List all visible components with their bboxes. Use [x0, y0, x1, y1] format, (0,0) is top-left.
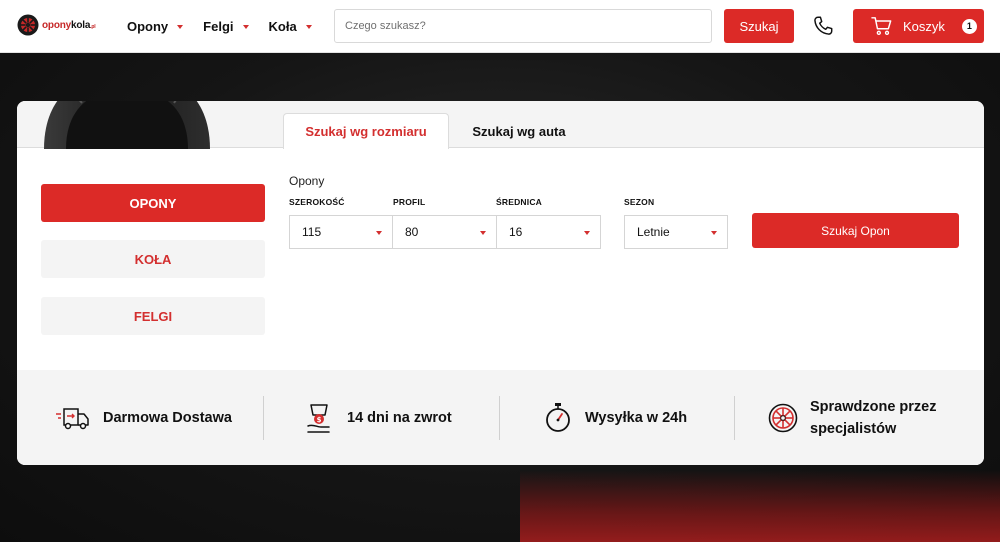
feature-verified-by-specialists: Sprawdzone przez specjalistów — [768, 370, 937, 465]
profile-select[interactable]: 80 — [392, 215, 497, 249]
feature-14-day-return: $ 14 dni na zwrot — [305, 370, 452, 465]
stopwatch-icon — [546, 402, 570, 432]
search-button[interactable]: Szukaj — [724, 9, 794, 43]
wheel-logo-icon — [17, 14, 39, 36]
caret-down-icon — [177, 25, 184, 29]
tire-image-icon — [44, 101, 210, 149]
main-nav: Opony Felgi Koła — [127, 0, 332, 53]
season-label: SEZON — [624, 197, 655, 207]
width-select[interactable]: 115 — [289, 215, 393, 249]
feature-divider — [734, 396, 735, 440]
search-tires-button[interactable]: Szukaj Opon — [752, 213, 959, 248]
width-label: SZEROKOŚĆ — [289, 197, 345, 207]
site-logo[interactable]: oponykola.pl — [17, 14, 96, 36]
season-value: Letnie — [637, 225, 670, 239]
feature-divider — [263, 396, 264, 440]
feature-text: 14 dni na zwrot — [347, 409, 452, 426]
svg-text:$: $ — [317, 416, 322, 424]
nav-item-felgi[interactable]: Felgi — [203, 19, 249, 34]
nav-item-label: Koła — [268, 19, 297, 34]
site-header: oponykola.pl Opony Felgi Koła Szukaj Kos… — [0, 0, 1000, 53]
logo-text: oponykola.pl — [42, 19, 96, 31]
features-bar: Darmowa Dostawa $ 14 dni na zwrot Wysyłk… — [17, 370, 984, 465]
nav-item-kola[interactable]: Koła — [269, 19, 312, 34]
cart-count-badge: 1 — [961, 18, 977, 34]
chevron-down-icon — [584, 231, 590, 235]
cart-icon — [871, 17, 892, 35]
nav-item-opony[interactable]: Opony — [127, 19, 184, 34]
feature-text: Sprawdzone przez specjalistów — [810, 396, 937, 440]
feature-divider — [499, 396, 500, 440]
logo-accent: kola — [71, 19, 91, 31]
category-button-kola[interactable]: KOŁA — [41, 240, 265, 278]
caret-down-icon — [305, 25, 312, 29]
profile-label: PROFIL — [393, 197, 426, 207]
cart-button[interactable]: Koszyk 1 — [853, 9, 984, 43]
chevron-down-icon — [376, 231, 382, 235]
tab-search-by-size[interactable]: Szukaj wg rozmiaru — [283, 113, 449, 149]
logo-suffix: .pl — [90, 23, 96, 30]
logo-main: opony — [42, 19, 71, 31]
caret-down-icon — [242, 25, 249, 29]
feature-text: Wysyłka w 24h — [585, 409, 688, 426]
profile-value: 80 — [405, 225, 419, 239]
feature-text-line2: specjalistów — [810, 420, 897, 437]
chevron-down-icon — [711, 231, 717, 235]
category-button-felgi[interactable]: FELGI — [41, 297, 265, 335]
tab-search-by-car[interactable]: Szukaj wg auta — [457, 113, 581, 149]
category-button-opony[interactable]: OPONY — [41, 184, 265, 222]
season-select[interactable]: Letnie — [624, 215, 728, 249]
diameter-select[interactable]: 16 — [496, 215, 601, 249]
form-heading: Opony — [289, 174, 325, 188]
feature-text-line1: Sprawdzone przez — [810, 398, 937, 415]
search-tabs: Szukaj wg rozmiaru Szukaj wg auta — [17, 101, 984, 149]
search-input[interactable] — [334, 9, 712, 43]
money-return-icon: $ — [307, 403, 330, 433]
wheel-rim-icon — [768, 403, 798, 432]
chevron-down-icon — [480, 231, 486, 235]
nav-item-label: Felgi — [203, 19, 234, 34]
width-value: 115 — [302, 225, 322, 239]
nav-item-label: Opony — [127, 19, 169, 34]
feature-free-delivery: Darmowa Dostawa — [55, 370, 232, 465]
diameter-label: ŚREDNICA — [496, 197, 542, 207]
delivery-truck-icon — [56, 407, 89, 429]
diameter-value: 16 — [509, 225, 523, 239]
feature-24h-shipping: Wysyłka w 24h — [543, 370, 687, 465]
tire-search-card: Szukaj wg rozmiaru Szukaj wg auta OPONY … — [17, 101, 984, 465]
cart-label: Koszyk — [903, 18, 945, 34]
hero-red-glow — [520, 470, 1000, 542]
feature-text: Darmowa Dostawa — [103, 409, 232, 426]
phone-icon[interactable] — [812, 15, 834, 37]
